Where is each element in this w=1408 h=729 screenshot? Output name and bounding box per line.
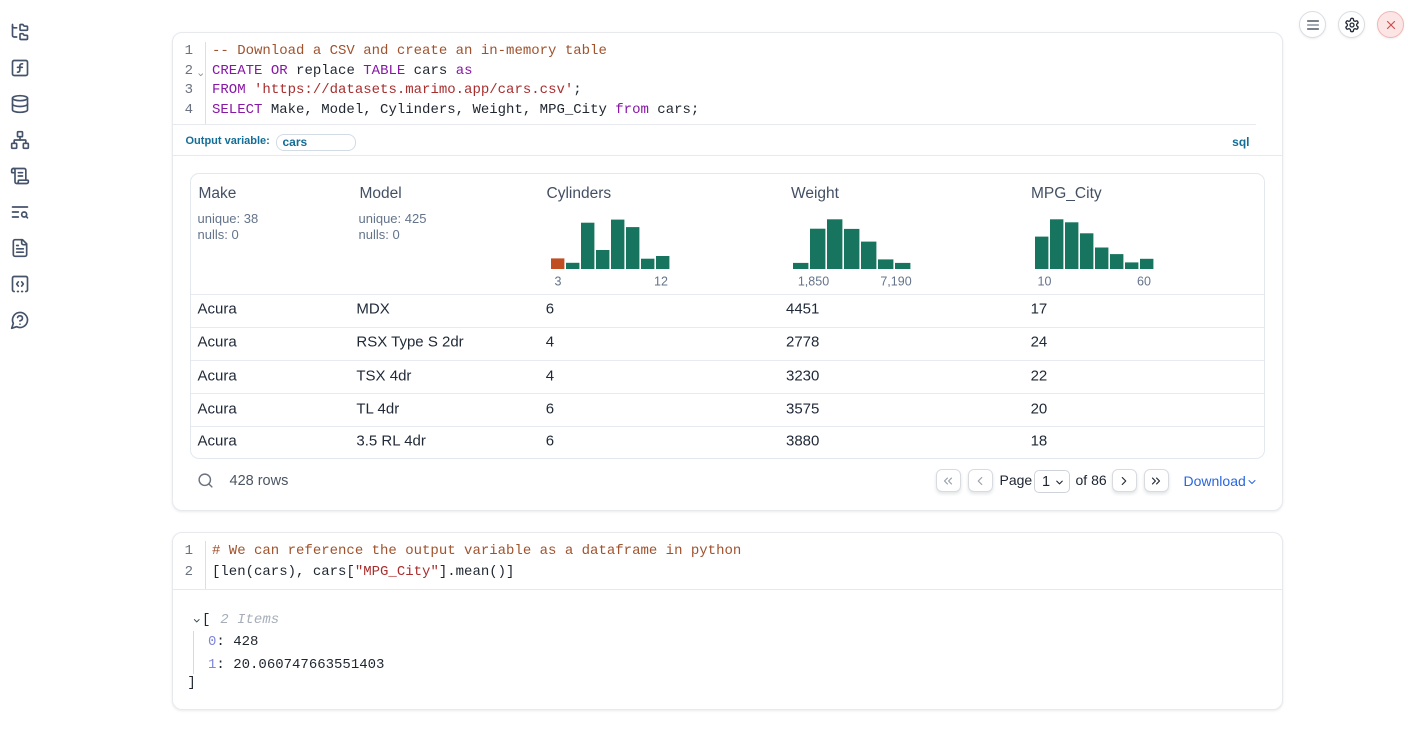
svg-text:60: 60 (1137, 274, 1151, 287)
svg-text:1,850: 1,850 (797, 274, 828, 287)
svg-text:3: 3 (554, 274, 561, 287)
svg-text:10: 10 (1037, 274, 1051, 287)
svg-text:7,190: 7,190 (880, 274, 911, 287)
svg-text:12: 12 (654, 274, 668, 287)
